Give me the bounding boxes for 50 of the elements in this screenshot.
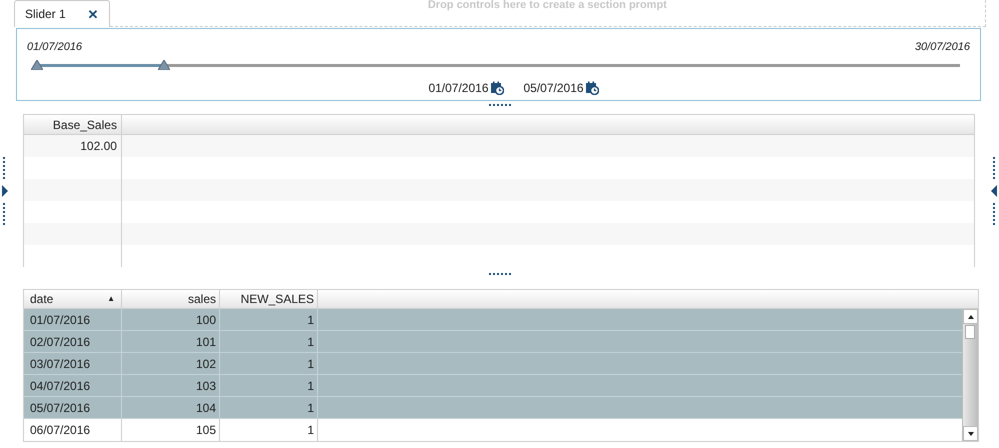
table-row[interactable]: 05/07/2016 104 1: [24, 397, 962, 419]
close-button[interactable]: ✕: [88, 8, 99, 20]
grip-icon[interactable]: [992, 156, 996, 178]
table-cell: 102: [196, 357, 216, 371]
triangle-right-icon[interactable]: [2, 184, 8, 196]
column-header[interactable]: date ▲: [24, 290, 122, 308]
date-value[interactable]: 01/07/2016: [428, 78, 488, 96]
column-header[interactable]: sales: [122, 290, 220, 308]
table-cell: 1: [307, 335, 314, 349]
table-cell: 102.00: [80, 139, 117, 153]
table-cell: 05/07/2016: [30, 401, 90, 415]
table-cell: 03/07/2016: [30, 357, 90, 371]
slider-thumb[interactable]: [31, 60, 43, 70]
table-cell: 06/07/2016: [30, 423, 90, 437]
table-cell: 1: [307, 401, 314, 415]
grip-icon[interactable]: [3, 156, 6, 178]
triangle-left-icon[interactable]: [991, 184, 997, 196]
date-value[interactable]: 05/07/2016: [524, 78, 584, 96]
table-cell: 100: [196, 313, 216, 327]
grip-icon[interactable]: [992, 202, 996, 224]
table-cell: 1: [307, 379, 314, 393]
table-cell: 1: [307, 313, 314, 327]
tab-label: Slider 1: [25, 6, 66, 23]
scrollbar[interactable]: [962, 309, 978, 441]
scroll-down-icon[interactable]: [968, 432, 974, 436]
column-header[interactable]: Base_Sales: [24, 115, 122, 134]
column-header[interactable]: NEW_SALES: [220, 290, 318, 308]
scrollbar-thumb[interactable]: [965, 325, 975, 339]
calendar-clock-icon[interactable]: [584, 80, 599, 94]
table-cell: 02/07/2016: [30, 335, 90, 349]
table-cell: 01/07/2016: [30, 313, 90, 327]
slider-thumb[interactable]: [158, 60, 170, 70]
table-row[interactable]: 02/07/2016 101 1: [24, 331, 962, 353]
table-cell: 04/07/2016: [30, 379, 90, 393]
table-row[interactable]: 04/07/2016 103 1: [24, 375, 962, 397]
max-date-label: 30/07/2016: [914, 40, 970, 55]
table-cell: 1: [307, 357, 314, 371]
grip-icon[interactable]: [3, 202, 6, 224]
table-cell: 103: [196, 379, 216, 393]
table-row[interactable]: 03/07/2016 102 1: [24, 353, 962, 375]
calendar-clock-icon[interactable]: [490, 80, 504, 94]
tab[interactable]: Slider 1 ✕: [14, 0, 110, 27]
table-cell: 101: [196, 335, 216, 349]
min-date-label: 01/07/2016: [27, 40, 82, 55]
table-cell: 105: [196, 423, 216, 437]
sort-ascending-icon[interactable]: ▲: [107, 293, 115, 305]
table-cell: 1: [307, 423, 314, 437]
table-cell: 104: [196, 401, 216, 415]
scroll-up-icon[interactable]: [968, 314, 974, 318]
table-row[interactable]: 01/07/2016 100 1: [24, 309, 962, 331]
